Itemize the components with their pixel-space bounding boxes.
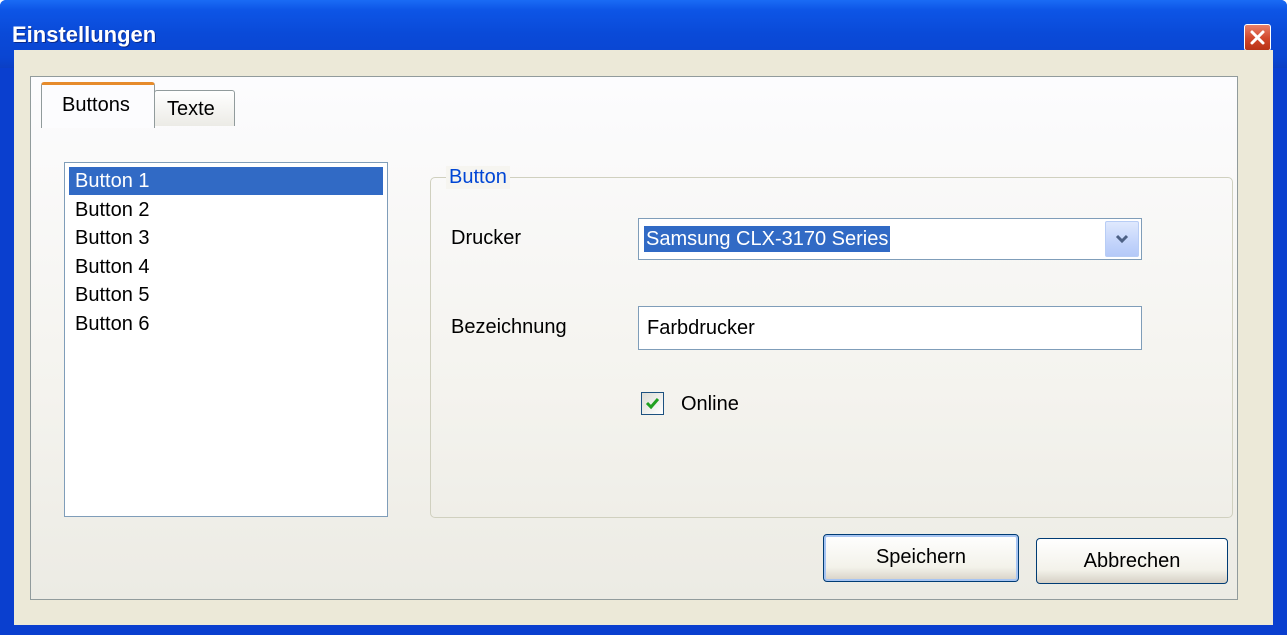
groupbox-title: Button	[446, 166, 510, 189]
online-checkbox[interactable]	[641, 392, 664, 415]
name-label: Bezeichnung	[451, 316, 567, 338]
list-item[interactable]: Button 5	[69, 281, 383, 309]
online-label: Online	[681, 393, 739, 415]
list-item[interactable]: Button 1	[69, 167, 383, 195]
tab-buttons[interactable]: Buttons	[41, 82, 155, 128]
window-title: Einstellungen	[12, 22, 157, 47]
close-button[interactable]	[1244, 24, 1271, 51]
dropdown-button[interactable]	[1105, 221, 1139, 257]
tab-label: Buttons	[62, 94, 130, 116]
tab-texte[interactable]: Texte	[154, 90, 235, 126]
chevron-down-icon	[1115, 234, 1129, 244]
cancel-button[interactable]: Abbrechen	[1036, 538, 1228, 584]
checkmark-icon	[645, 398, 660, 410]
list-item[interactable]: Button 4	[69, 253, 383, 281]
tab-label: Texte	[167, 98, 215, 120]
name-input[interactable]	[638, 306, 1142, 350]
list-item[interactable]: Button 2	[69, 196, 383, 224]
list-item[interactable]: Button 6	[69, 310, 383, 338]
printer-label: Drucker	[451, 227, 522, 249]
save-button[interactable]: Speichern	[823, 534, 1019, 582]
printer-select-value: Samsung CLX-3170 Series	[644, 226, 891, 252]
button-listbox[interactable]: Button 1 Button 2 Button 3 Button 4 Butt…	[64, 162, 388, 517]
close-icon	[1250, 30, 1265, 45]
list-item[interactable]: Button 3	[69, 224, 383, 252]
settings-window: Einstellungen Texte Buttons Button 1 But…	[0, 0, 1287, 635]
printer-select[interactable]: Samsung CLX-3170 Series	[638, 218, 1142, 260]
